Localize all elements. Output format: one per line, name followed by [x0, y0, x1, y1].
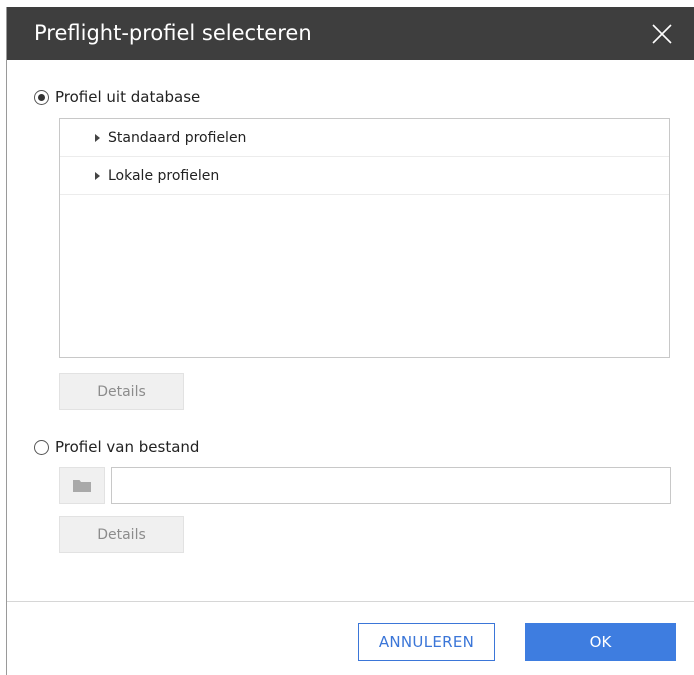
- cancel-button[interactable]: ANNULEREN: [358, 623, 495, 661]
- radio-label-file: Profiel van bestand: [55, 438, 200, 456]
- expand-arrow-icon[interactable]: [95, 133, 100, 142]
- radio-button-file[interactable]: [34, 439, 49, 455]
- tree-item-local-profiles[interactable]: Lokale profielen: [60, 157, 669, 195]
- radio-button-database[interactable]: [34, 89, 49, 105]
- footer-divider: [7, 601, 694, 602]
- folder-icon: [73, 479, 91, 492]
- browse-folder-button[interactable]: [59, 467, 105, 504]
- file-path-input[interactable]: [111, 467, 671, 504]
- expand-arrow-icon[interactable]: [95, 171, 100, 180]
- radio-profile-database[interactable]: Profiel uit database: [34, 88, 200, 106]
- dialog-titlebar: Preflight-profiel selecteren: [7, 7, 694, 60]
- tree-item-standard-profiles[interactable]: Standaard profielen: [60, 119, 669, 157]
- details-button-file[interactable]: Details: [59, 516, 184, 553]
- preflight-profile-dialog: Preflight-profiel selecteren Profiel uit…: [6, 7, 694, 675]
- tree-item-label: Standaard profielen: [108, 129, 247, 146]
- dialog-title: Preflight-profiel selecteren: [34, 21, 312, 45]
- details-button-database[interactable]: Details: [59, 373, 184, 410]
- radio-label-database: Profiel uit database: [55, 88, 201, 106]
- profile-tree[interactable]: Standaard profielen Lokale profielen: [59, 118, 670, 358]
- close-icon[interactable]: [647, 19, 677, 49]
- tree-item-label: Lokale profielen: [108, 167, 220, 184]
- radio-profile-file[interactable]: Profiel van bestand: [34, 438, 199, 456]
- ok-button[interactable]: OK: [525, 623, 676, 661]
